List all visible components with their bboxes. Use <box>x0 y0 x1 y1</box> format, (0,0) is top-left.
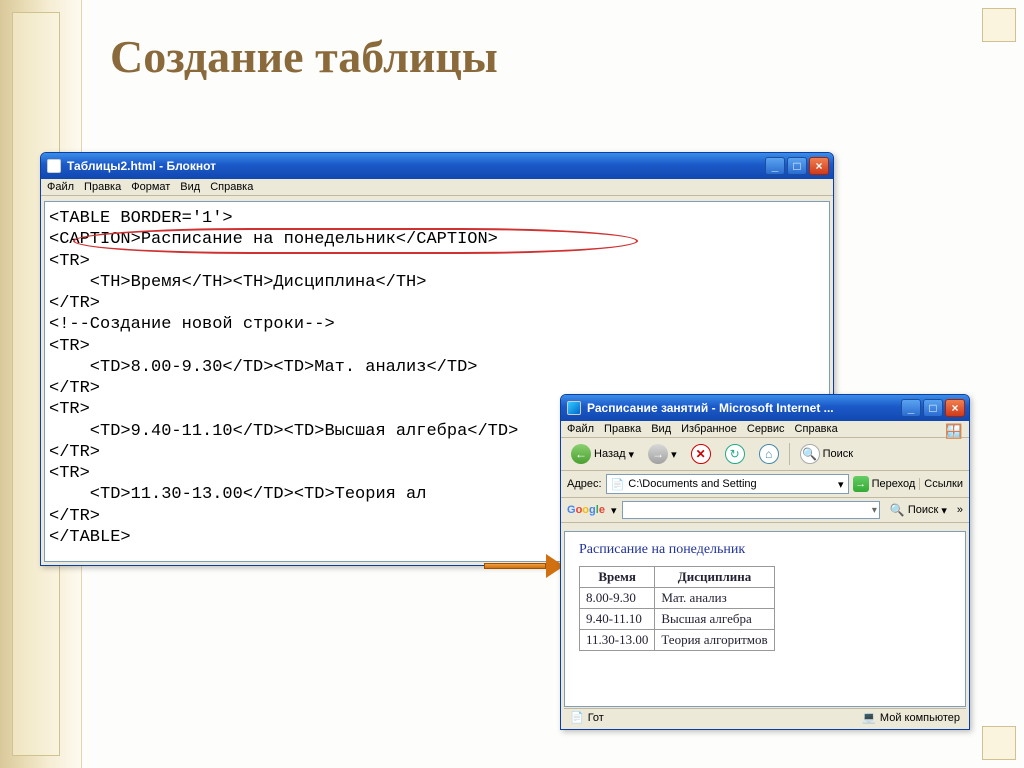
schedule-table: Время Дисциплина 8.00-9.30 Мат. анализ 9… <box>579 566 775 651</box>
go-label: Переход <box>872 478 916 490</box>
cell-time: 9.40-11.10 <box>580 609 655 630</box>
status-left: 📄 Гот <box>570 711 604 724</box>
menu-favorites[interactable]: Избранное <box>681 423 737 435</box>
menu-file[interactable]: Файл <box>567 423 594 435</box>
google-logo[interactable]: Google <box>567 504 605 516</box>
nav-search-button[interactable]: 🔍 Поиск <box>796 442 857 466</box>
chevron-down-icon: ▾ <box>671 448 677 461</box>
forward-arrow-icon: → <box>648 444 668 464</box>
ie-page-content: Расписание на понедельник Время Дисципли… <box>564 531 966 707</box>
notepad-app-icon <box>47 159 61 173</box>
ie-window: Расписание занятий - Microsoft Internet … <box>560 394 970 730</box>
menu-format[interactable]: Формат <box>131 181 170 193</box>
computer-icon: 💻 <box>862 711 876 724</box>
table-row: 8.00-9.30 Мат. анализ <box>580 588 775 609</box>
cell-discipline: Теория алгоритмов <box>655 630 774 651</box>
slide-title: Создание таблицы <box>110 30 498 83</box>
chevron-down-icon[interactable]: ▾ <box>872 505 877 516</box>
address-label: Адрес: <box>567 478 602 490</box>
notepad-titlebar[interactable]: Таблицы2.html - Блокнот _ □ × <box>41 153 833 179</box>
ie-menubar: Файл Правка Вид Избранное Сервис Справка <box>561 421 969 438</box>
home-icon: ⌂ <box>759 444 779 464</box>
nav-search-label: Поиск <box>823 448 853 460</box>
ie-nav-toolbar: ← Назад ▾ → ▾ ✕ ↻ ⌂ 🔍 Поиск <box>561 438 969 471</box>
status-icon: 📄 <box>570 711 584 724</box>
menu-view[interactable]: Вид <box>651 423 671 435</box>
ie-address-bar: Адрес: 📄 C:\Documents and Setting ▾ → Пе… <box>561 471 969 498</box>
close-button[interactable]: × <box>945 399 965 417</box>
maximize-button[interactable]: □ <box>923 399 943 417</box>
stop-icon: ✕ <box>691 444 711 464</box>
close-button[interactable]: × <box>809 157 829 175</box>
windows-flag-icon: 🪟 <box>945 423 965 443</box>
chevron-down-icon: ▾ <box>629 448 635 461</box>
maximize-button[interactable]: □ <box>787 157 807 175</box>
minimize-button[interactable]: _ <box>765 157 785 175</box>
google-search-button[interactable]: 🔍 Поиск ▾ <box>886 501 951 519</box>
cell-discipline: Высшая алгебра <box>655 609 774 630</box>
go-arrow-icon: → <box>853 476 869 492</box>
menu-help[interactable]: Справка <box>795 423 838 435</box>
menu-file[interactable]: Файл <box>47 181 74 193</box>
menu-help[interactable]: Справка <box>210 181 253 193</box>
back-arrow-icon: ← <box>571 444 591 464</box>
go-button[interactable]: → Переход <box>853 476 916 492</box>
cell-discipline: Мат. анализ <box>655 588 774 609</box>
status-text-right: Мой компьютер <box>880 712 960 724</box>
ie-title-text: Расписание занятий - Microsoft Internet … <box>587 401 895 415</box>
slide-corner-bottom-right <box>982 726 1016 760</box>
address-input[interactable]: 📄 C:\Documents and Setting ▾ <box>606 474 849 494</box>
menu-view[interactable]: Вид <box>180 181 200 193</box>
search-icon: 🔍 <box>800 444 820 464</box>
search-icon: 🔍 <box>890 503 905 517</box>
chevron-down-icon: ▾ <box>941 504 947 517</box>
nav-back-label: Назад <box>594 448 626 460</box>
cell-time: 8.00-9.30 <box>580 588 655 609</box>
nav-home-button[interactable]: ⌂ <box>755 442 783 466</box>
google-search-label: Поиск <box>908 504 938 516</box>
menu-tools[interactable]: Сервис <box>747 423 785 435</box>
table-caption: Расписание на понедельник <box>579 542 951 558</box>
status-text-left: Гот <box>588 712 604 724</box>
nav-stop-button[interactable]: ✕ <box>687 442 715 466</box>
page-icon: 📄 <box>611 478 625 491</box>
address-value: C:\Documents and Setting <box>628 478 834 490</box>
status-right: 💻 Мой компьютер <box>862 711 960 724</box>
header-discipline: Дисциплина <box>655 567 774 588</box>
table-row: 11.30-13.00 Теория алгоритмов <box>580 630 775 651</box>
ie-app-icon <box>567 401 581 415</box>
ie-window-buttons: _ □ × <box>901 399 965 417</box>
arrow-annotation <box>484 556 564 576</box>
notepad-title-text: Таблицы2.html - Блокнот <box>67 159 759 173</box>
nav-forward-button[interactable]: → ▾ <box>644 442 681 466</box>
chevron-down-icon[interactable]: ▾ <box>611 504 617 517</box>
notepad-window-buttons: _ □ × <box>765 157 829 175</box>
toolbar-chevron-icon[interactable]: » <box>957 504 963 516</box>
ie-status-bar: 📄 Гот 💻 Мой компьютер <box>564 708 966 726</box>
nav-back-button[interactable]: ← Назад ▾ <box>567 442 638 466</box>
refresh-icon: ↻ <box>725 444 745 464</box>
ie-titlebar[interactable]: Расписание занятий - Microsoft Internet … <box>561 395 969 421</box>
toolbar-separator <box>789 443 790 465</box>
table-header-row: Время Дисциплина <box>580 567 775 588</box>
slide-corner-top-right <box>982 8 1016 42</box>
cell-time: 11.30-13.00 <box>580 630 655 651</box>
menu-edit[interactable]: Правка <box>84 181 121 193</box>
notepad-menubar: Файл Правка Формат Вид Справка <box>41 179 833 196</box>
google-search-input[interactable]: ▾ <box>622 501 879 519</box>
nav-refresh-button[interactable]: ↻ <box>721 442 749 466</box>
menu-edit[interactable]: Правка <box>604 423 641 435</box>
minimize-button[interactable]: _ <box>901 399 921 417</box>
google-toolbar: Google ▾ ▾ 🔍 Поиск ▾ » <box>561 498 969 523</box>
table-row: 9.40-11.10 Высшая алгебра <box>580 609 775 630</box>
links-label[interactable]: Ссылки <box>919 478 963 490</box>
header-time: Время <box>580 567 655 588</box>
arrow-shaft <box>484 563 546 569</box>
chevron-down-icon[interactable]: ▾ <box>838 478 844 491</box>
